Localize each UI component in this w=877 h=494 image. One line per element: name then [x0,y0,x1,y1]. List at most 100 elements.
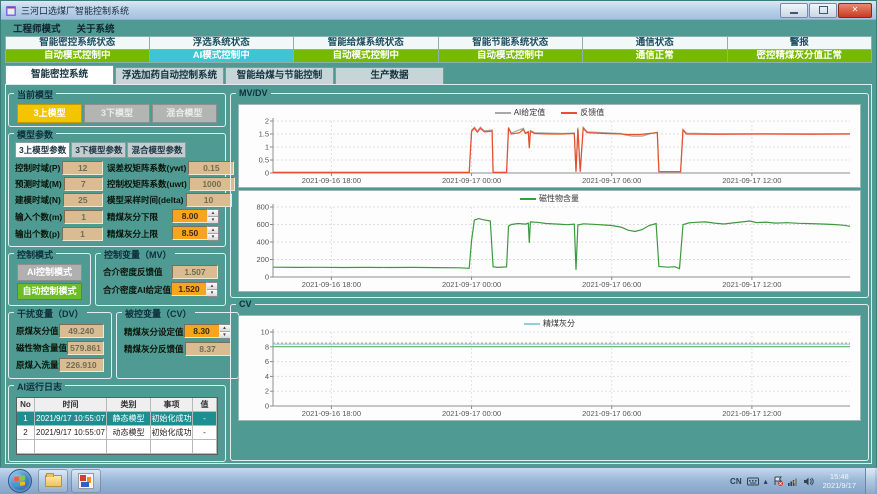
minimize-icon[interactable] [780,3,808,18]
param-row: 预测时域(M)7控制权矩阵系数(uwt)1000 [15,177,219,191]
group-mvdv-charts: MV/DV AI给定值反馈值00.511.522021-09-16 18:002… [230,93,869,298]
field-label: 原煤灰分值 [16,325,59,337]
status-header: 警报 [728,36,873,50]
taskbar: CN ▴ 15:48 2021/9/17 [0,467,877,494]
group-title: MV/DV [236,88,271,98]
main-tab[interactable]: 浮选加药自动控制系统 [115,67,224,84]
cv-fields: 精煤灰分设定值8.30▲▼精煤灰分反馈值8.37 [121,324,234,356]
spin-down-icon[interactable]: ▼ [207,289,217,296]
control-mode-button[interactable]: 自动控制模式 [17,283,82,300]
log-cell[interactable] [151,440,193,454]
value-row: 原煤灰分值49.240 [16,324,104,338]
svg-text:0: 0 [265,273,269,282]
log-cell[interactable]: 动态模型 [107,426,151,440]
log-cell[interactable] [107,440,151,454]
log-header-cell: No [17,398,35,412]
log-cell[interactable]: - [193,412,217,426]
param-tab[interactable]: 混合模型参数 [127,142,186,158]
log-cell[interactable]: 静态模型 [107,412,151,426]
log-cell[interactable]: - [193,426,217,440]
spinner: ▲▼ [208,209,219,224]
field-value: 10 [186,193,232,207]
param-row: 控制时域(P)12误差权矩阵系数(ywt)0.15 [15,161,219,175]
menu-about-system[interactable]: 关于系统 [71,21,121,35]
log-cell[interactable]: 1 [17,412,35,426]
close-icon[interactable]: ✕ [838,3,872,18]
spin-down-icon[interactable]: ▼ [208,233,218,240]
status-header: 通信状态 [583,36,728,50]
taskbar-explorer-button[interactable] [38,469,68,493]
field-value[interactable]: 8.50 [172,226,208,240]
main-tab[interactable]: 智能给煤与节能控制 [225,67,334,84]
taskbar-app-button[interactable] [71,469,101,493]
app-window: 三河口选煤厂智能控制系统 ✕ 工程师模式 关于系统 智能密控系统状态浮选系统状态… [0,0,877,468]
system-status-grid: 智能密控系统状态浮选系统状态智能给煤系统状态智能节能系统状态通信状态警报自动模式… [5,36,872,63]
model-buttons: 3上模型3下模型混合模型 [13,104,221,123]
svg-text:2021-09-16 18:00: 2021-09-16 18:00 [302,409,361,418]
app-icon [5,4,17,16]
log-cell[interactable] [17,440,35,454]
control-mode-button[interactable]: AI控制模式 [17,264,82,281]
main-tab[interactable]: 智能密控系统 [5,65,114,84]
svg-text:0: 0 [265,169,269,178]
clock-time: 15:48 [830,472,849,481]
field-label: 精煤灰分下限 [107,211,158,223]
group-model-params: 模型参数 3上模型参数3下模型参数混合模型参数 控制时域(P)12误差权矩阵系数… [8,133,226,247]
taskbar-clock[interactable]: 15:48 2021/9/17 [819,472,860,490]
action-center-flag-icon[interactable] [773,476,783,486]
model-button[interactable]: 3上模型 [17,104,82,123]
spin-field: 1.520▲▼ [171,282,218,297]
dv-cv-row: 干扰变量（DV） 原煤灰分值49.240磁性物含量值579.861原煤入洗量22… [8,306,226,379]
window-titlebar: 三河口选煤厂智能控制系统 ✕ [1,1,876,20]
log-cell[interactable]: 初始化成功 [151,412,193,426]
log-cell[interactable]: 2 [17,426,35,440]
right-panel: MV/DV AI给定值反馈值00.511.522021-09-16 18:002… [230,87,869,461]
param-tab[interactable]: 3下模型参数 [71,142,126,158]
model-button[interactable]: 混合模型 [152,104,217,123]
ai-log-table: No时间类别事项值12021/9/17 10:55:07静态模型初始化成功-22… [16,397,218,455]
field-value[interactable]: 8.30 [184,324,220,338]
field-value[interactable]: 8.00 [172,209,208,223]
param-cell: 模型采样时间(delta)10 [107,193,232,207]
field-label: 输入个数(m) [15,211,62,223]
field-value: 579.861 [67,341,104,355]
log-cell[interactable]: 2021/9/17 10:55:07 [35,412,107,426]
field-value[interactable]: 1.520 [171,282,207,296]
value-row: 精煤灰分设定值8.30▲▼ [124,324,231,339]
log-cell[interactable]: 初始化成功 [151,426,193,440]
log-cell[interactable]: 2021/9/17 10:55:07 [35,426,107,440]
control-mode-buttons: AI控制模式自动控制模式 [13,264,86,300]
spin-down-icon[interactable]: ▼ [220,331,230,338]
log-cell[interactable] [193,440,217,454]
tab-page-mikong: 当前模型 3上模型3下模型混合模型 模型参数 3上模型参数3下模型参数混合模型参… [5,84,872,464]
menu-bar: 工程师模式 关于系统 [1,20,876,35]
main-tab[interactable]: 生产数据 [335,67,444,84]
svg-text:2: 2 [265,117,269,126]
param-tab[interactable]: 3上模型参数 [15,142,70,158]
field-value: 8.37 [185,342,231,356]
start-button[interactable] [8,469,32,493]
keyboard-icon[interactable] [747,477,759,486]
svg-text:0.5: 0.5 [259,156,269,165]
svg-text:2021-09-17 06:00: 2021-09-17 06:00 [582,409,641,418]
spin-field: 8.30▲▼ [184,324,231,339]
maximize-icon[interactable] [809,3,837,18]
clock-date: 2021/9/17 [823,481,856,490]
model-button[interactable]: 3下模型 [84,104,149,123]
language-indicator[interactable]: CN [730,477,742,486]
log-cell[interactable] [35,440,107,454]
menu-engineer-mode[interactable]: 工程师模式 [7,21,67,35]
window-title: 三河口选煤厂智能控制系统 [21,4,776,17]
hidden-icons-chevron[interactable]: ▴ [764,477,768,486]
spin-field: 8.50▲▼ [172,226,219,241]
log-header-cell: 类别 [107,398,151,412]
group-title: CV [236,299,255,309]
series-磁性物含量 [273,219,850,270]
group-ai-log: AI运行日志 No时间类别事项值12021/9/17 10:55:07静态模型初… [8,385,226,462]
show-desktop-button[interactable] [865,468,875,494]
spinner: ▲▼ [220,324,231,339]
network-icon[interactable] [788,477,799,486]
spin-down-icon[interactable]: ▼ [208,216,218,223]
chart-mv-density: AI给定值反馈值00.511.522021-09-16 18:002021-09… [238,104,861,188]
volume-icon[interactable] [804,477,814,486]
